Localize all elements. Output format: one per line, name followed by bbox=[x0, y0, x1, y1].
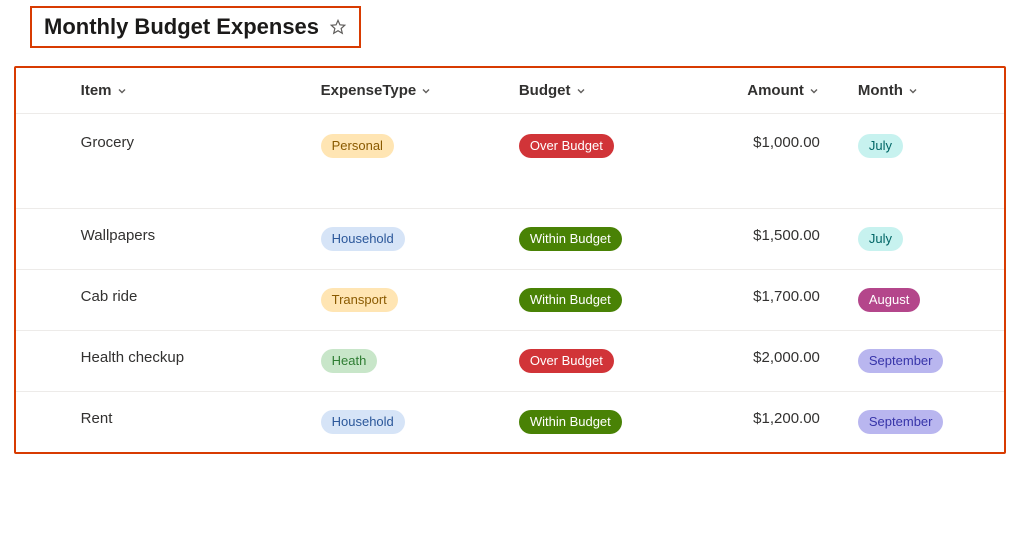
cell-month: September bbox=[858, 331, 1004, 392]
column-header-month[interactable]: Month bbox=[858, 68, 1004, 114]
expense-type-badge[interactable]: Household bbox=[321, 227, 405, 251]
month-badge[interactable]: July bbox=[858, 227, 903, 251]
table-row[interactable]: Rent Household Within Budget $1,200.00Septe… bbox=[16, 392, 1004, 453]
item-name: Rent bbox=[81, 410, 113, 427]
column-header-label: Item bbox=[81, 82, 112, 99]
row-indent bbox=[16, 392, 81, 453]
cell-budget: Over Budget bbox=[519, 331, 702, 392]
cell-amount: $2,000.00 bbox=[701, 331, 857, 392]
cell-budget: Within Budget bbox=[519, 392, 702, 453]
cell-budget: Within Budget bbox=[519, 209, 702, 270]
item-name: Wallpapers bbox=[81, 227, 155, 244]
cell-item: Wallpapers bbox=[81, 209, 321, 270]
month-badge[interactable]: August bbox=[858, 288, 920, 312]
month-badge[interactable]: July bbox=[858, 134, 903, 158]
chevron-down-icon bbox=[907, 85, 919, 97]
cell-expense-type: Household bbox=[321, 209, 519, 270]
favorite-star-icon[interactable] bbox=[329, 18, 347, 36]
column-header-label: ExpenseType bbox=[321, 82, 417, 99]
expense-type-badge[interactable]: Transport bbox=[321, 288, 398, 312]
column-header-label: Amount bbox=[747, 82, 804, 99]
item-name: Health checkup bbox=[81, 349, 184, 366]
column-header-budget[interactable]: Budget bbox=[519, 68, 702, 114]
cell-amount: $1,000.00 bbox=[701, 114, 857, 209]
budget-status-badge[interactable]: Over Budget bbox=[519, 134, 614, 158]
table-row[interactable]: Cab ride Transport Within Budget $1,700.00A… bbox=[16, 270, 1004, 331]
column-header-label: Budget bbox=[519, 82, 571, 99]
expenses-table: Item ExpenseType bbox=[16, 68, 1004, 452]
page-title: Monthly Budget Expenses bbox=[44, 14, 319, 40]
month-badge[interactable]: September bbox=[858, 349, 944, 373]
row-indent bbox=[16, 209, 81, 270]
cell-month: July bbox=[858, 114, 1004, 209]
cell-amount: $1,500.00 bbox=[701, 209, 857, 270]
cell-item: Cab ride bbox=[81, 270, 321, 331]
chevron-down-icon bbox=[808, 85, 820, 97]
month-badge[interactable]: September bbox=[858, 410, 944, 434]
budget-status-badge[interactable]: Within Budget bbox=[519, 227, 622, 251]
expense-type-badge[interactable]: Household bbox=[321, 410, 405, 434]
table-header-row: Item ExpenseType bbox=[16, 68, 1004, 114]
cell-month: September bbox=[858, 392, 1004, 453]
cell-amount: $1,700.00 bbox=[701, 270, 857, 331]
chevron-down-icon bbox=[116, 85, 128, 97]
cell-item: Grocery bbox=[81, 114, 321, 209]
expense-type-badge[interactable]: Heath bbox=[321, 349, 378, 373]
cell-expense-type: Heath bbox=[321, 331, 519, 392]
cell-item: Rent bbox=[81, 392, 321, 453]
item-name: Cab ride bbox=[81, 288, 138, 305]
table-row[interactable]: Grocery Personal Over Budget $1,000.00July bbox=[16, 114, 1004, 209]
cell-month: July bbox=[858, 209, 1004, 270]
budget-status-badge[interactable]: Within Budget bbox=[519, 288, 622, 312]
cell-item: Health checkup bbox=[81, 331, 321, 392]
page-title-bar: Monthly Budget Expenses bbox=[30, 6, 361, 48]
column-header-item[interactable]: Item bbox=[81, 68, 321, 114]
table-row[interactable]: Wallpapers Household Within Budget $1,500.0… bbox=[16, 209, 1004, 270]
table-row[interactable]: Health checkup Heath Over Budget $2,000.00S… bbox=[16, 331, 1004, 392]
item-name: Grocery bbox=[81, 134, 134, 151]
row-indent bbox=[16, 270, 81, 331]
cell-expense-type: Transport bbox=[321, 270, 519, 331]
row-indent bbox=[16, 331, 81, 392]
cell-expense-type: Personal bbox=[321, 114, 519, 209]
column-header-label: Month bbox=[858, 82, 903, 99]
expenses-table-container: Item ExpenseType bbox=[14, 66, 1006, 454]
budget-status-badge[interactable]: Within Budget bbox=[519, 410, 622, 434]
expense-type-badge[interactable]: Personal bbox=[321, 134, 394, 158]
header-spacer bbox=[16, 68, 81, 114]
cell-month: August bbox=[858, 270, 1004, 331]
budget-status-badge[interactable]: Over Budget bbox=[519, 349, 614, 373]
chevron-down-icon bbox=[575, 85, 587, 97]
cell-budget: Within Budget bbox=[519, 270, 702, 331]
cell-expense-type: Household bbox=[321, 392, 519, 453]
cell-budget: Over Budget bbox=[519, 114, 702, 209]
column-header-expense-type[interactable]: ExpenseType bbox=[321, 68, 519, 114]
cell-amount: $1,200.00 bbox=[701, 392, 857, 453]
row-indent bbox=[16, 114, 81, 209]
column-header-amount[interactable]: Amount bbox=[701, 68, 857, 114]
chevron-down-icon bbox=[420, 85, 432, 97]
